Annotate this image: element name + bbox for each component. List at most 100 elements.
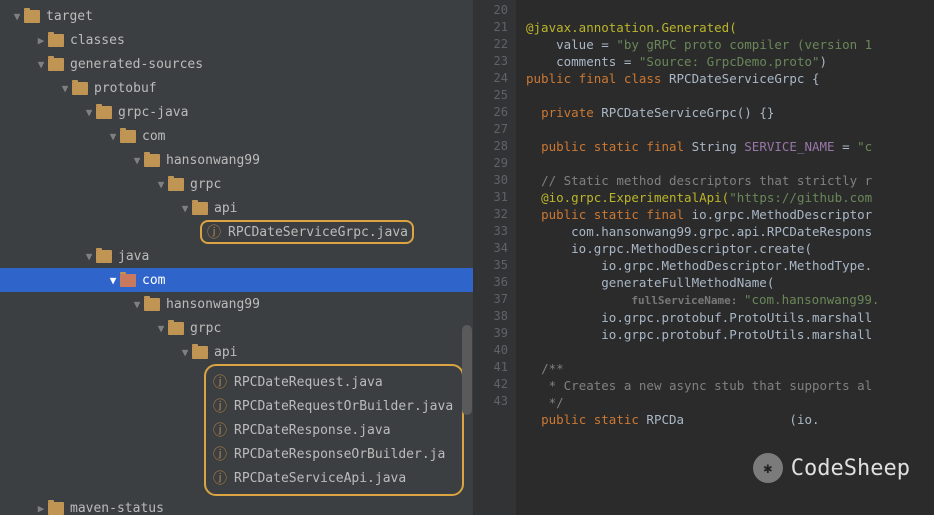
folder-grpc[interactable]: grpc <box>0 172 473 196</box>
file-rpcdaterequestorbuilder[interactable]: RPCDateRequestOrBuilder.java <box>212 394 456 418</box>
tree-label: com <box>142 129 165 144</box>
code-line: io.grpc.MethodDescriptor.create( <box>571 241 812 256</box>
tree-label: java <box>118 249 149 264</box>
folder-target[interactable]: target <box>0 4 473 28</box>
code-line: com.hansonwang99.grpc.api.RPCDateRespons <box>571 224 872 239</box>
folder-icon <box>192 202 208 215</box>
tree-label: hansonwang99 <box>166 153 260 168</box>
file-rpcdateresponse[interactable]: RPCDateResponse.java <box>212 418 456 442</box>
watermark: ✱ CodeSheep <box>753 453 910 483</box>
file-rpcdaterequest[interactable]: RPCDateRequest.java <box>212 370 456 394</box>
chevron-down-icon <box>178 345 192 359</box>
chevron-down-icon <box>10 9 24 23</box>
folder-com[interactable]: com <box>0 124 473 148</box>
file-rpcdateservicegrpc[interactable]: RPCDateServiceGrpc.java <box>0 220 473 244</box>
code-line: private <box>541 105 601 120</box>
code-line: @io.grpc.ExperimentalApi( <box>541 190 729 205</box>
code-text: "https://github.com <box>729 190 872 205</box>
chevron-down-icon <box>154 321 168 335</box>
code-line: /** <box>541 361 564 376</box>
code-text: = <box>835 139 858 154</box>
code-line: public static <box>541 412 646 427</box>
java-file-icon <box>212 470 228 486</box>
tree-label: api <box>214 201 237 216</box>
code-line: @javax.annotation.Generated( <box>526 20 737 35</box>
project-tree[interactable]: target classes generated-sources protobu… <box>0 0 473 515</box>
code-text: "com.hansonwang99. <box>744 292 879 307</box>
chevron-right-icon <box>34 501 48 515</box>
code-text: "Source: GrpcDemo.proto" <box>639 54 820 69</box>
file-rpcdateresponseorbuilder[interactable]: RPCDateResponseOrBuilder.ja <box>212 442 456 466</box>
tree-label: target <box>46 9 93 24</box>
file-rpcdateserviceapi[interactable]: RPCDateServiceApi.java <box>212 466 456 490</box>
folder-icon <box>192 346 208 359</box>
code-line: public static final <box>541 139 692 154</box>
folder-icon <box>120 274 136 287</box>
tree-label: classes <box>70 33 125 48</box>
folder-api-2[interactable]: api <box>0 340 473 364</box>
code-line: public static final <box>541 207 692 222</box>
code-hint: fullServiceName: <box>631 294 744 307</box>
folder-grpc-java[interactable]: grpc-java <box>0 100 473 124</box>
tree-label: grpc <box>190 177 221 192</box>
folder-icon <box>24 10 40 23</box>
code-line: * Creates a new async stub that supports… <box>541 378 872 393</box>
tree-scrollbar[interactable] <box>462 325 472 415</box>
chevron-down-icon <box>154 177 168 191</box>
code-text: "c <box>857 139 872 154</box>
folder-grpc-2[interactable]: grpc <box>0 316 473 340</box>
code-line: */ <box>541 395 564 410</box>
java-file-icon <box>212 398 228 414</box>
tree-label: RPCDateResponseOrBuilder.ja <box>234 447 445 462</box>
code-area[interactable]: @javax.annotation.Generated( value = "by… <box>516 0 934 515</box>
folder-api[interactable]: api <box>0 196 473 220</box>
java-file-icon <box>212 446 228 462</box>
code-editor[interactable]: 20 21 22 23 24 25 26 27 28 29 30 31 32 3… <box>473 0 934 515</box>
tree-label: RPCDateResponse.java <box>234 423 391 438</box>
folder-icon <box>48 58 64 71</box>
folder-java[interactable]: java <box>0 244 473 268</box>
code-text: ) <box>820 54 828 69</box>
folder-classes[interactable]: classes <box>0 28 473 52</box>
tree-label: RPCDateServiceApi.java <box>234 471 406 486</box>
code-text: RPCDa <box>646 412 684 427</box>
folder-icon <box>144 298 160 311</box>
code-text: RPCDateServiceGrpc { <box>669 71 820 86</box>
chevron-down-icon <box>106 273 120 287</box>
code-line: generateFullMethodName( <box>601 275 774 290</box>
folder-hansonwang99-2[interactable]: hansonwang99 <box>0 292 473 316</box>
code-line: comments = <box>556 54 639 69</box>
java-file-icon <box>212 422 228 438</box>
tree-label: hansonwang99 <box>166 297 260 312</box>
wechat-icon: ✱ <box>753 453 783 483</box>
folder-icon <box>168 178 184 191</box>
code-line: io.grpc.MethodDescriptor.MethodType. <box>601 258 872 273</box>
tree-label: grpc <box>190 321 221 336</box>
code-line: // Static method descriptors that strict… <box>541 173 872 188</box>
tree-label: maven-status <box>70 501 164 515</box>
tree-label: RPCDateRequest.java <box>234 375 383 390</box>
folder-com-selected[interactable]: com <box>0 268 473 292</box>
chevron-down-icon <box>178 201 192 215</box>
tree-label: protobuf <box>94 81 157 96</box>
tree-label: com <box>142 273 165 288</box>
folder-icon <box>48 502 64 515</box>
code-line: io.grpc.protobuf.ProtoUtils.marshall <box>601 310 872 325</box>
tree-label: grpc-java <box>118 105 188 120</box>
tree-label: api <box>214 345 237 360</box>
folder-maven-status[interactable]: maven-status <box>0 496 473 515</box>
chevron-down-icon <box>106 129 120 143</box>
chevron-down-icon <box>34 57 48 71</box>
chevron-right-icon <box>34 33 48 47</box>
folder-protobuf[interactable]: protobuf <box>0 76 473 100</box>
code-text: SERVICE_NAME <box>744 139 834 154</box>
folder-hansonwang99[interactable]: hansonwang99 <box>0 148 473 172</box>
watermark-text: CodeSheep <box>791 456 910 481</box>
code-text: String <box>692 139 745 154</box>
chevron-down-icon <box>130 297 144 311</box>
code-line: public final class <box>526 71 669 86</box>
code-text: (io. <box>789 412 819 427</box>
chevron-down-icon <box>58 81 72 95</box>
highlighted-files-group: RPCDateRequest.java RPCDateRequestOrBuil… <box>204 364 464 496</box>
folder-generated-sources[interactable]: generated-sources <box>0 52 473 76</box>
